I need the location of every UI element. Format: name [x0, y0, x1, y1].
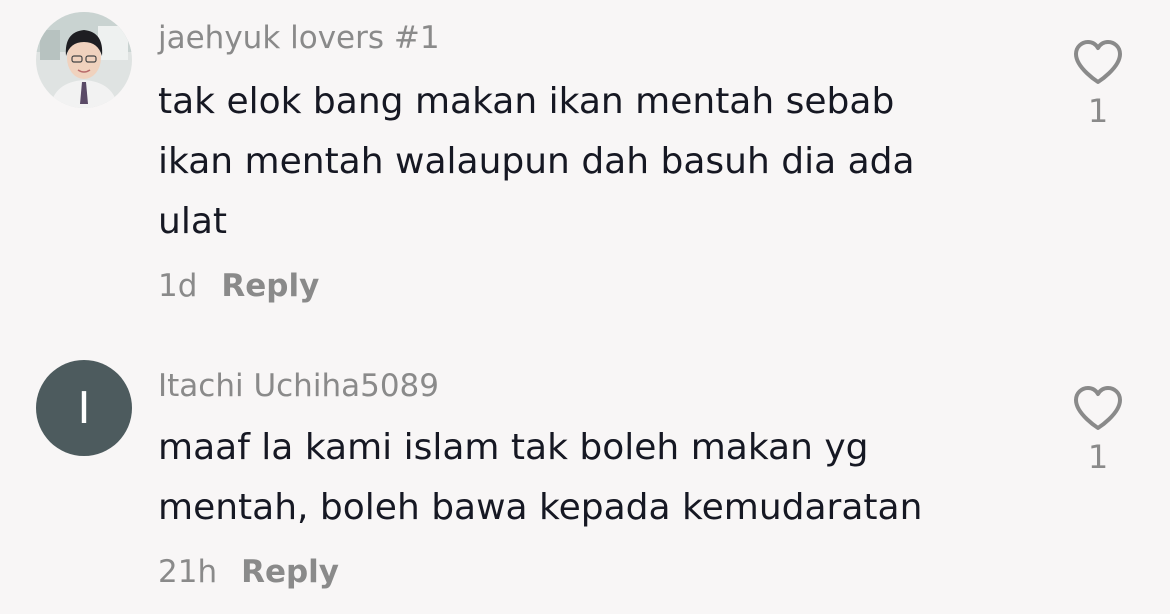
comment-item: I Itachi Uchiha5089 maaf la kami islam t… — [0, 320, 1170, 614]
reply-button[interactable]: Reply — [221, 268, 319, 304]
comment-item: jaehyuk lovers #1 tak elok bang makan ik… — [0, 0, 1170, 320]
comment-meta: 21h Reply — [158, 554, 339, 590]
comment-text-line: maaf la kami islam tak boleh makan yg — [158, 427, 869, 468]
like-count: 1 — [1087, 92, 1109, 130]
reply-button[interactable]: Reply — [241, 554, 339, 590]
avatar-initial: I — [77, 382, 91, 434]
comment-time: 1d — [158, 268, 198, 304]
like-button[interactable]: 1 — [1068, 38, 1128, 130]
heart-outline-icon — [1074, 40, 1122, 84]
avatar[interactable] — [36, 12, 132, 108]
comment-username[interactable]: jaehyuk lovers #1 — [158, 20, 440, 56]
comment-text: tak elok bang makan ikan mentah sebab ik… — [158, 72, 1018, 252]
heart-outline-icon — [1074, 386, 1122, 430]
comment-time: 21h — [158, 554, 218, 590]
comment-text-line: mentah, boleh bawa kepada kemudaratan — [158, 487, 923, 528]
like-count: 1 — [1087, 438, 1109, 476]
avatar[interactable]: I — [36, 360, 132, 456]
avatar-photo — [36, 12, 132, 108]
comment-text-line: ulat — [158, 201, 227, 242]
comment-text: maaf la kami islam tak boleh makan yg me… — [158, 418, 1018, 538]
comment-text-line: ikan mentah walaupun dah basuh dia ada — [158, 141, 915, 182]
comment-text-line: tak elok bang makan ikan mentah sebab — [158, 81, 895, 122]
comment-username[interactable]: Itachi Uchiha5089 — [158, 368, 439, 404]
comment-meta: 1d Reply — [158, 268, 319, 304]
like-button[interactable]: 1 — [1068, 384, 1128, 476]
